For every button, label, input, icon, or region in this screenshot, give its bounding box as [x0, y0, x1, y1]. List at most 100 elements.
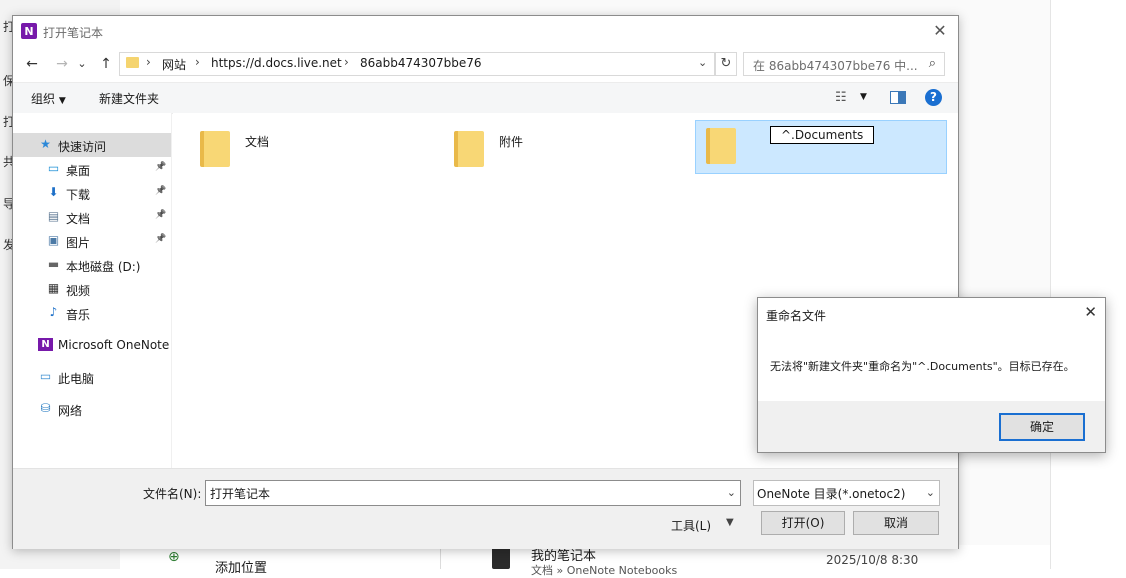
folder-icon	[200, 131, 230, 167]
organize-menu-button[interactable]: 组织 ▼	[31, 90, 66, 107]
folder-label: 文档	[245, 135, 270, 149]
cancel-button[interactable]: 取消	[853, 511, 939, 535]
preview-pane-icon[interactable]	[890, 91, 906, 104]
nav-item-video[interactable]: ▦ 视频	[13, 277, 171, 301]
nav-item-picture[interactable]: ▣ 图片 📌	[13, 229, 171, 253]
address-separator[interactable]: ›	[344, 55, 349, 69]
search-input[interactable]: 在 86abb474307bbe76 中...	[753, 57, 918, 74]
caret-down-icon[interactable]: ▼	[726, 517, 734, 528]
address-segment-domain[interactable]: https://d.docs.live.net	[211, 56, 342, 70]
pin-icon: 📌	[155, 210, 167, 220]
open-button[interactable]: 打开(O)	[761, 511, 845, 535]
network-icon: ⛁	[40, 401, 51, 415]
nav-item-network[interactable]: ⛁ 网络	[13, 397, 171, 421]
rename-dialog-footer: 确定	[758, 401, 1105, 452]
address-separator[interactable]: ›	[195, 55, 200, 69]
pin-icon: 📌	[155, 234, 167, 244]
forward-arrow-icon[interactable]: →	[51, 54, 73, 74]
close-icon[interactable]: ✕	[930, 21, 950, 41]
open-notebook-dialog: N 打开笔记本 ✕ ← → ⌄ ↑ › 网站 › https://d.docs.…	[12, 15, 959, 549]
back-arrow-icon[interactable]: ←	[21, 54, 43, 74]
filename-input[interactable]: 打开笔记本 ⌄	[205, 480, 741, 506]
caret-down-icon[interactable]: ▼	[860, 92, 867, 102]
add-location-icon: ⊕	[168, 549, 180, 565]
onenote-app-icon: N	[21, 23, 37, 39]
nav-item-download[interactable]: ⬇ 下载 📌	[13, 181, 171, 205]
organize-label: 组织	[31, 92, 56, 106]
chevron-down-icon[interactable]: ⌄	[727, 486, 736, 499]
help-icon[interactable]: ?	[925, 89, 942, 106]
add-location-label[interactable]: 添加位置	[215, 557, 267, 576]
document-icon: ▤	[47, 209, 60, 223]
address-segment-folder[interactable]: 86abb474307bbe76	[360, 56, 482, 70]
pin-icon: 📌	[155, 162, 167, 172]
notebook-icon	[492, 547, 510, 569]
nav-item-desktop[interactable]: ▭ 桌面 📌	[13, 157, 171, 181]
folder-icon	[454, 131, 484, 167]
folder-item-attachments[interactable]: 附件	[447, 121, 697, 173]
filename-value[interactable]: 打开笔记本	[210, 485, 270, 502]
chevron-down-icon[interactable]: ⌄	[926, 486, 935, 499]
computer-icon: ▭	[39, 369, 52, 383]
chevron-down-icon[interactable]: ⌄	[698, 56, 707, 69]
pin-icon: 📌	[155, 186, 167, 196]
onenote-icon: N	[38, 338, 53, 351]
nav-item-label: 桌面	[66, 164, 91, 178]
folder-label: 附件	[499, 135, 524, 149]
download-icon: ⬇	[48, 185, 59, 199]
folder-icon	[706, 128, 736, 164]
dialog-bottom-pane: 文件名(N): 打开笔记本 ⌄ OneNote 目录(*.onetoc2) ⌄ …	[13, 468, 958, 549]
nav-item-label: 网络	[58, 404, 83, 418]
close-icon[interactable]: ✕	[1084, 303, 1097, 321]
nav-item-computer[interactable]: ▭ 此电脑	[13, 365, 171, 389]
folder-item-renaming[interactable]: ^.Documents	[695, 120, 947, 174]
picture-icon: ▣	[47, 233, 60, 247]
refresh-icon[interactable]: ↻	[715, 52, 737, 76]
up-arrow-icon[interactable]: ↑	[95, 54, 117, 74]
rename-input[interactable]: ^.Documents	[770, 126, 875, 144]
background-right-strip	[1050, 0, 1126, 569]
filename-label: 文件名(N):	[143, 487, 202, 501]
new-folder-button[interactable]: 新建文件夹	[99, 90, 159, 107]
star-icon: ★	[40, 137, 51, 151]
music-icon: ♪	[49, 305, 58, 319]
nav-item-label: 图片	[66, 236, 91, 250]
caret-down-icon: ▼	[58, 96, 66, 106]
nav-item-label: 视频	[66, 284, 91, 298]
search-box[interactable]: 在 86abb474307bbe76 中... ⌕	[743, 52, 945, 76]
nav-item-music[interactable]: ♪ 音乐	[13, 301, 171, 325]
nav-item-label: 下载	[66, 188, 91, 202]
nav-item-label: 本地磁盘 (D:)	[66, 260, 141, 274]
rename-dialog-title: 重命名文件	[766, 309, 827, 323]
nav-item-label: 此电脑	[58, 372, 95, 386]
notebook-date: 2025/10/8 8:30	[826, 553, 919, 567]
address-segment-site[interactable]: 网站	[162, 56, 186, 73]
dialog-titlebar: N 打开笔记本 ✕	[13, 16, 958, 46]
search-icon[interactable]: ⌕	[929, 56, 936, 71]
nav-item-label: 快速访问	[58, 140, 107, 154]
address-bar[interactable]: › 网站 › https://d.docs.live.net › 86abb47…	[119, 52, 715, 76]
filetype-select[interactable]: OneNote 目录(*.onetoc2) ⌄	[753, 480, 940, 506]
address-separator[interactable]: ›	[146, 55, 151, 69]
nav-item-star[interactable]: ★ 快速访问	[13, 133, 171, 157]
navigation-pane: ★ 快速访问 ▭ 桌面 📌 ⬇ 下载 📌 ▤ 文档 📌 ▣ 图片 📌 ▬ 本地磁盘 (D:) ▦ 视频 ♪ 音乐 N Mi…	[13, 113, 172, 468]
view-options-icon[interactable]: ☷	[835, 90, 847, 105]
navigation-bar: ← → ⌄ ↑ › 网站 › https://d.docs.live.net ›…	[13, 48, 958, 80]
nav-item-label: 音乐	[66, 308, 91, 322]
nav-item-onenote[interactable]: N Microsoft OneNote	[13, 333, 171, 357]
nav-item-label: Microsoft OneNote	[58, 338, 170, 352]
rename-error-message: 无法将"新建文件夹"重命名为"^.Documents"。目标已存在。	[770, 360, 1075, 373]
recent-locations-icon[interactable]: ⌄	[75, 54, 89, 74]
tools-menu-button[interactable]: 工具(L)	[671, 517, 711, 534]
rename-error-dialog: 重命名文件 ✕ 无法将"新建文件夹"重命名为"^.Documents"。目标已存…	[757, 297, 1106, 453]
dialog-toolbar: 组织 ▼ 新建文件夹 ☷ ▼ ?	[13, 82, 958, 114]
disk-icon: ▬	[47, 257, 60, 271]
nav-item-document[interactable]: ▤ 文档 📌	[13, 205, 171, 229]
folder-icon	[126, 57, 139, 68]
nav-item-label: 文档	[66, 212, 91, 226]
video-icon: ▦	[47, 281, 60, 295]
folder-item-documents[interactable]: 文档	[193, 121, 443, 173]
ok-button[interactable]: 确定	[999, 413, 1085, 441]
dialog-title: 打开笔记本	[43, 26, 104, 40]
nav-item-disk[interactable]: ▬ 本地磁盘 (D:)	[13, 253, 171, 277]
